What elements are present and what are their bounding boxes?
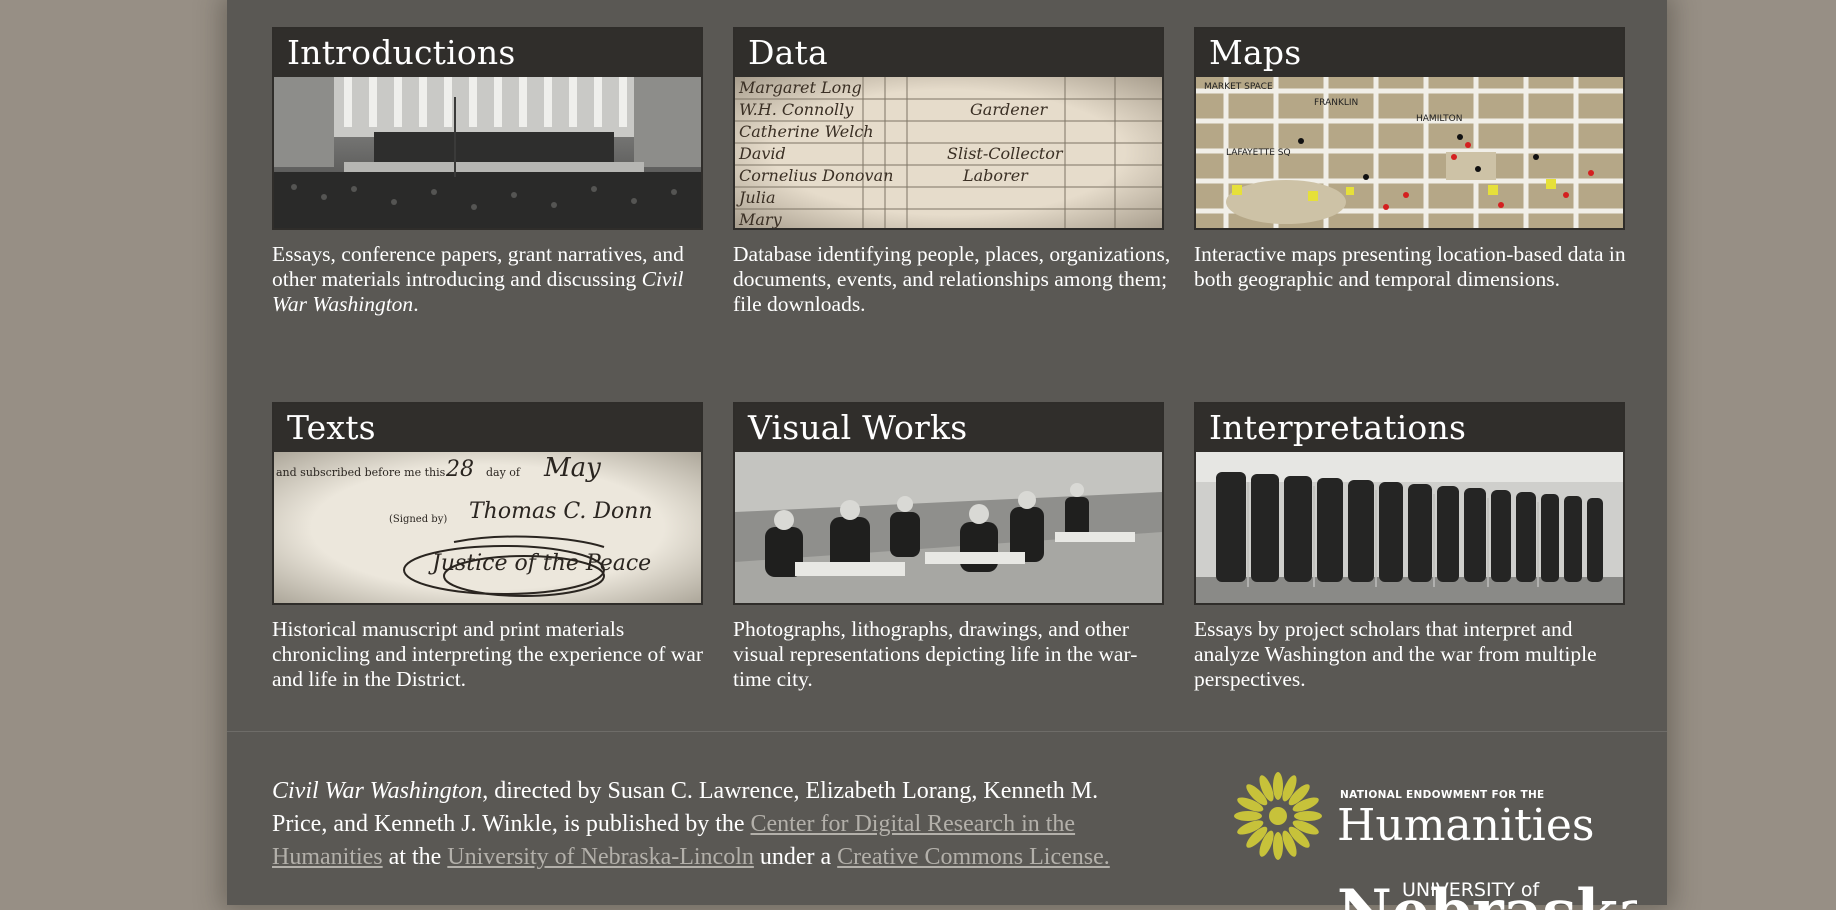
tile-description: Historical manuscript and print material… <box>272 617 704 691</box>
ledger-occupation: Laborer <box>962 166 1029 185</box>
ledger-occupation: Slist-Collector <box>947 144 1064 163</box>
neh-sunburst-icon <box>1234 772 1322 860</box>
unl-big-text: Nebraska <box>1337 877 1637 910</box>
unl-logo[interactable]: UNIVERSITY of Nebraska <box>1337 870 1637 910</box>
map-label: LAFAYETTE SQ <box>1226 148 1291 158</box>
unl-link[interactable]: University of Nebraska-Lincoln <box>447 844 754 870</box>
tile-title[interactable]: Texts <box>274 404 701 452</box>
census-ledger-image[interactable]: Margaret Long W.H. Connolly Catherine Welc… <box>735 77 1162 228</box>
tile-description: Photographs, lithographs, drawings, and … <box>733 617 1138 691</box>
sunburst-petal <box>1234 811 1262 821</box>
ledger-name: W.H. Connolly <box>739 100 854 119</box>
tile-interpretations[interactable]: Interpretations Essays by project schola… <box>1194 402 1625 692</box>
tile-data[interactable]: Data Margaret Long W.H. Connolly Catheri… <box>733 27 1170 317</box>
tile-description: Essays by project scholars that interpre… <box>1194 617 1597 691</box>
tile-texts[interactable]: Texts and subscribed before me this 28 d… <box>272 402 703 692</box>
manuscript-printed-text: and subscribed before me this <box>276 466 446 479</box>
capitol-inauguration-photo[interactable] <box>274 77 701 228</box>
ledger-name: Cornelius Donovan <box>739 166 893 185</box>
manuscript-month: May <box>543 453 601 483</box>
map-label: HAMILTON <box>1416 114 1462 124</box>
sunburst-petal <box>1273 832 1283 860</box>
ledger-occupation: Gardener <box>970 100 1048 119</box>
tile-description: Essays, conference papers, grant narrati… <box>272 242 684 316</box>
neh-logo[interactable]: NATIONAL ENDOWMENT FOR THE Humanities <box>1230 768 1630 868</box>
neh-big-text: Humanities <box>1337 800 1594 851</box>
manuscript-signed-label: (Signed by) <box>389 514 447 525</box>
ledger-name: Margaret Long <box>738 78 862 97</box>
tile-title[interactable]: Maps <box>1196 29 1623 77</box>
main-panel: Introductions Essays, conference papers,… <box>227 0 1667 910</box>
tile-title[interactable]: Visual Works <box>735 404 1162 452</box>
ledger-name: Catherine Welch <box>739 122 874 141</box>
tile-description: Interactive maps presenting location-bas… <box>1194 242 1626 291</box>
tile-title[interactable]: Introductions <box>274 29 701 77</box>
map-label: FRANKLIN <box>1314 98 1358 108</box>
footer-credits: Civil War Washington, directed by Susan … <box>272 778 1110 870</box>
sunburst-petal <box>1273 772 1283 800</box>
ledger-name: Mary <box>738 210 783 228</box>
project-title: Civil War Washington <box>272 778 483 804</box>
creative-commons-link[interactable]: Creative Commons License. <box>837 844 1110 870</box>
map-label: MARKET SPACE <box>1204 82 1273 92</box>
manuscript-day-of: day of <box>486 466 521 479</box>
tile-introductions[interactable]: Introductions Essays, conference papers,… <box>272 27 703 317</box>
manuscript-day: 28 <box>445 457 474 482</box>
sunburst-petal <box>1294 811 1322 821</box>
tile-description: Database identifying people, places, org… <box>733 242 1171 316</box>
city-map-image[interactable]: MARKET SPACE FRANKLIN HAMILTON LAFAYETTE… <box>1196 77 1623 228</box>
hospital-ward-photo[interactable] <box>735 452 1162 603</box>
soldiers-company-photo[interactable] <box>1196 452 1623 603</box>
footer-divider <box>227 731 1667 732</box>
ledger-name: David <box>738 144 786 163</box>
manuscript-document-image[interactable]: and subscribed before me this 28 day of … <box>274 452 701 603</box>
manuscript-signature: Thomas C. Donn <box>469 499 653 524</box>
tile-maps[interactable]: Maps MARKET SPACE FRANKLIN HAMILTON LAFA… <box>1194 27 1626 292</box>
tile-visual-works[interactable]: Visual Works Photographs, lithographs, d… <box>733 402 1164 692</box>
tile-title[interactable]: Interpretations <box>1196 404 1623 452</box>
ledger-name: Julia <box>736 188 776 207</box>
tile-title[interactable]: Data <box>735 29 1162 77</box>
